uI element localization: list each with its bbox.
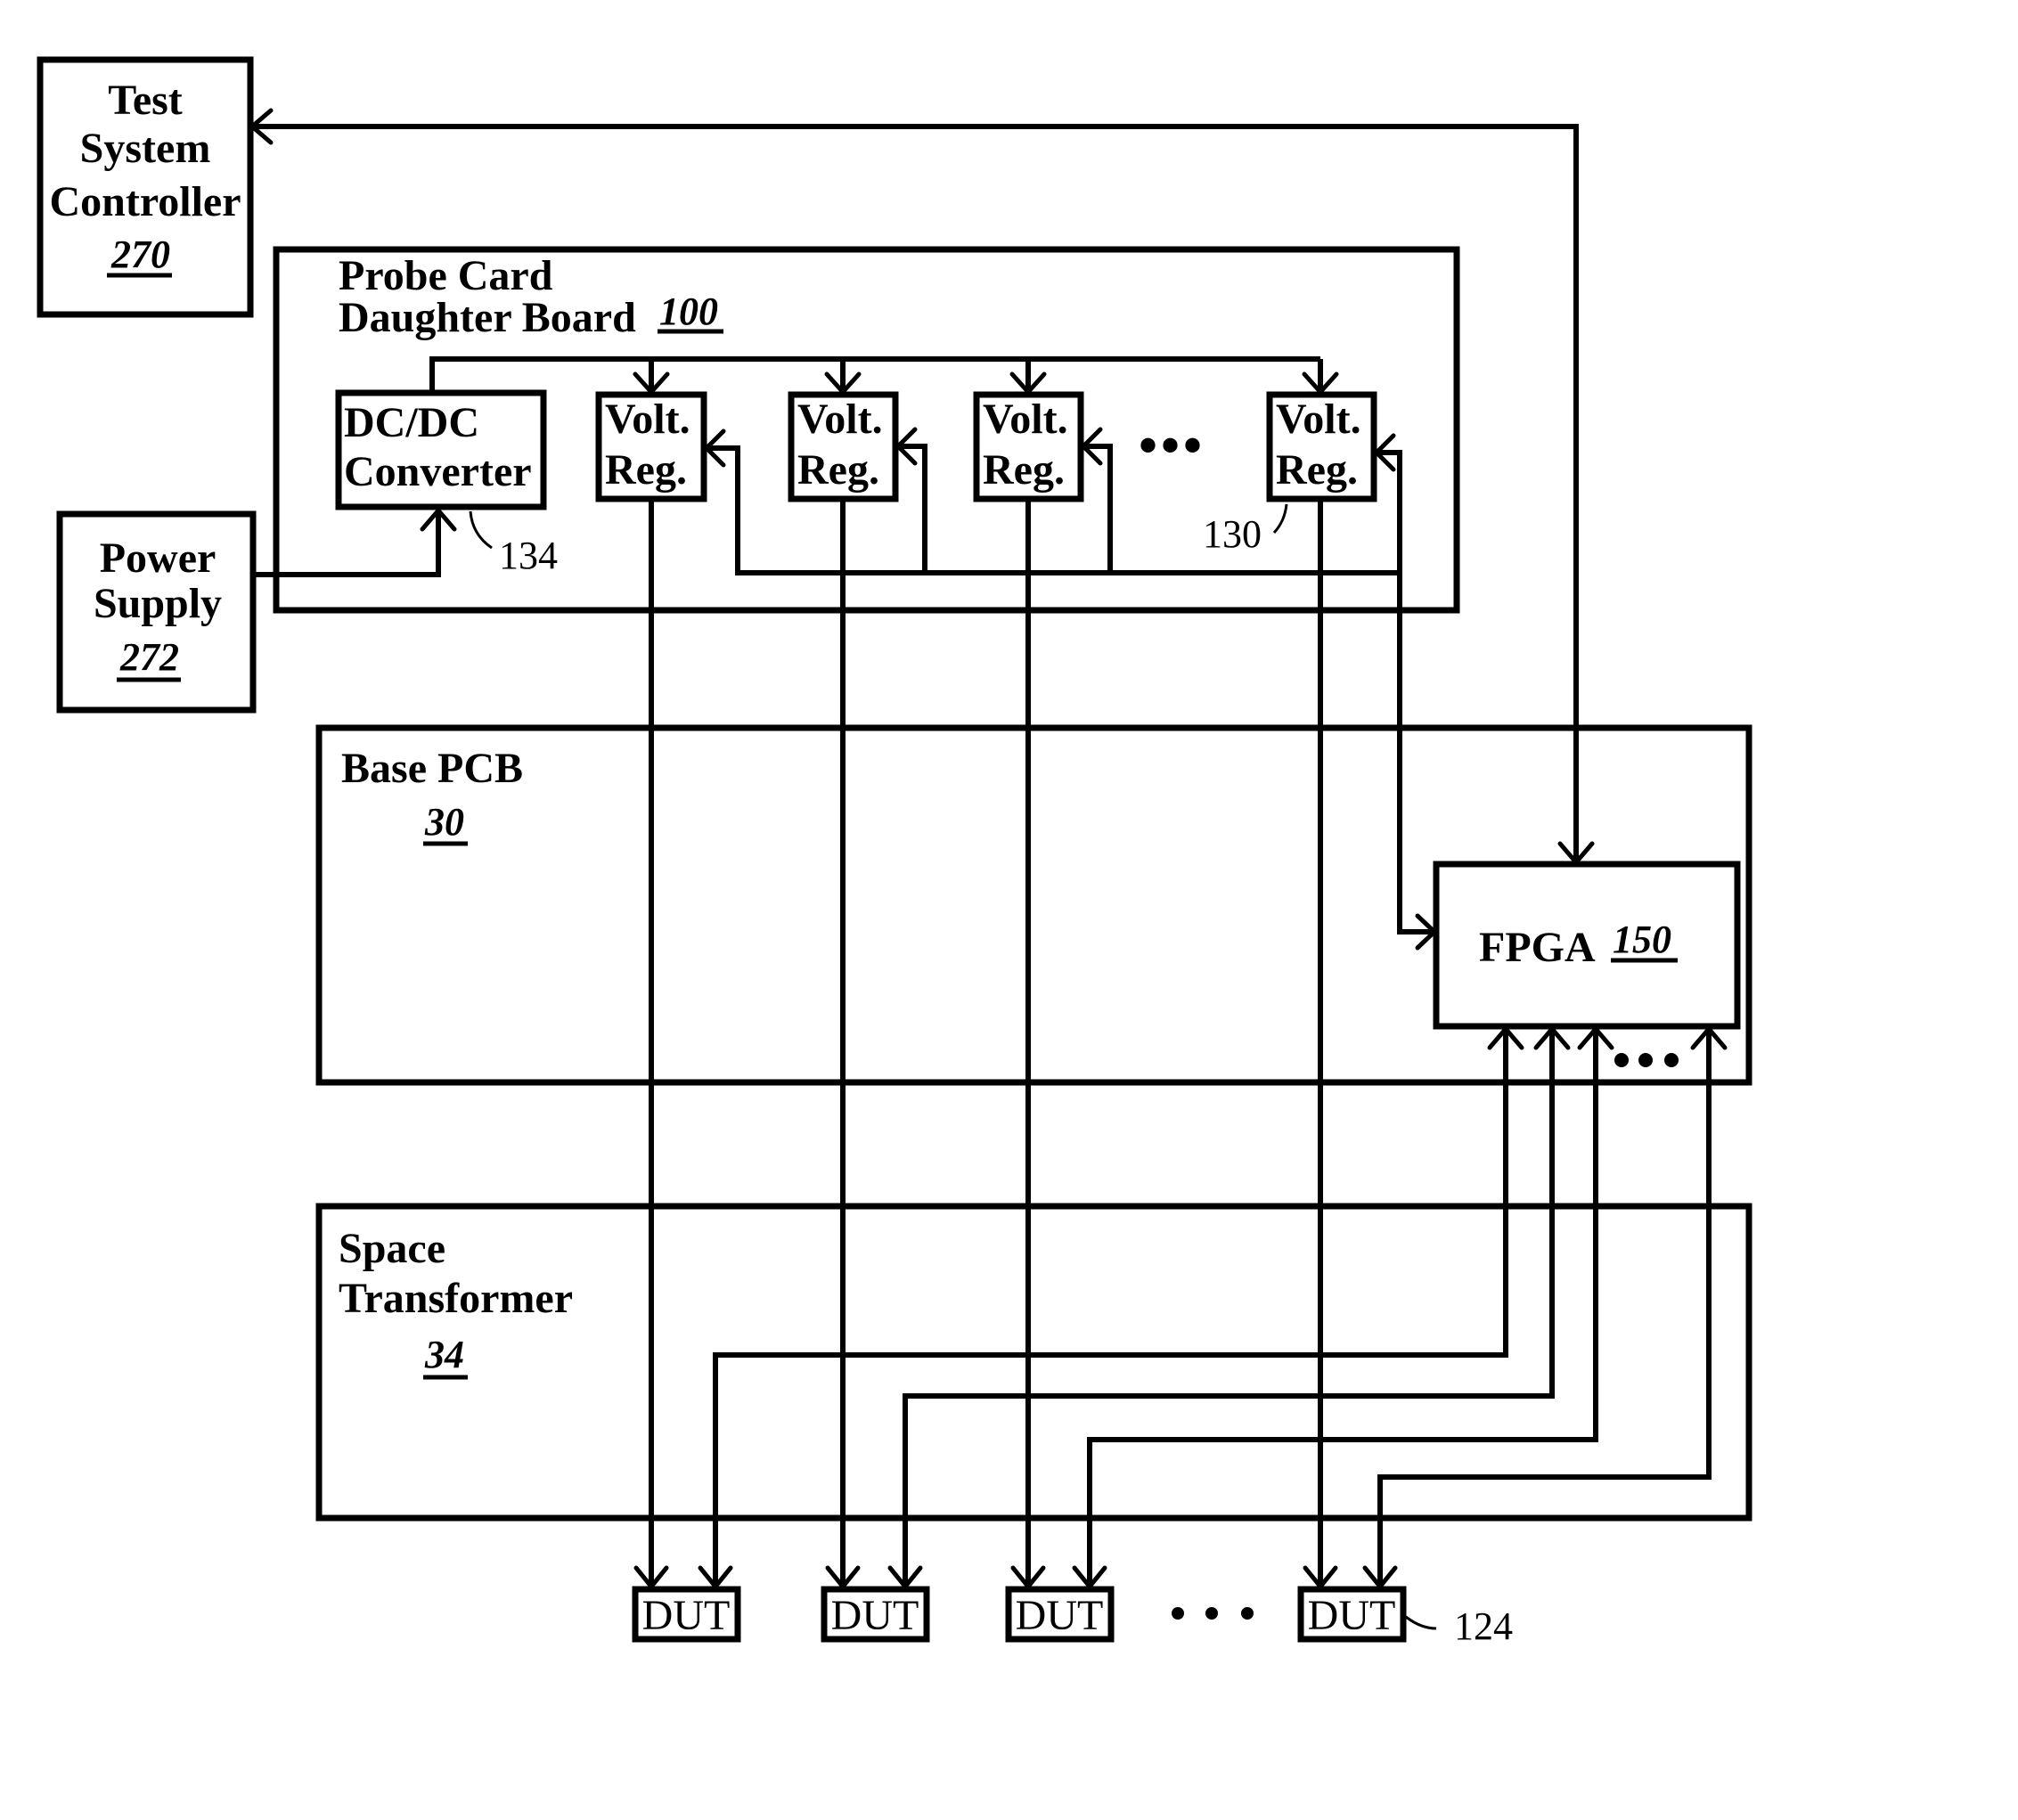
power-supply-label-line1: Power <box>100 535 217 582</box>
voltage-regulator-4: Volt. Reg. <box>1266 391 1377 502</box>
test-system-controller-ref: 270 <box>110 233 170 276</box>
voltage-regulator-ref-label: 130 <box>1203 512 1262 556</box>
voltage-regulator-label-line1: Volt. <box>605 396 690 443</box>
dut-3: DUT <box>1005 1586 1115 1643</box>
power-supply-label-line2: Supply <box>94 580 222 627</box>
dc-dc-converter-ref-label: 134 <box>499 534 558 577</box>
space-transformer-ref: 34 <box>424 1333 464 1376</box>
voltage-regulator-label-line1: Volt. <box>983 396 1068 443</box>
probe-card-label-line2: Daughter Board <box>339 294 636 341</box>
voltage-regulator-ellipsis: ••• <box>1139 416 1205 475</box>
voltage-regulator-label-line2: Reg. <box>1276 446 1358 494</box>
dut-label: DUT <box>1016 1592 1104 1639</box>
power-supply-block: Power Supply 272 <box>56 510 257 714</box>
fpga-block: FPGA 150 <box>1433 861 1741 1030</box>
fpga-input-ellipsis-dot <box>1664 1053 1679 1067</box>
space-transformer-block: Space Transformer 34 <box>315 1203 1752 1522</box>
dut-4: DUT <box>1297 1586 1407 1643</box>
voltage-regulator-label-line2: Reg. <box>983 446 1065 494</box>
fpga-input-ellipsis-dot <box>1638 1053 1653 1067</box>
voltage-regulator-2: Volt. Reg. <box>788 391 899 502</box>
dut-label: DUT <box>642 1592 731 1639</box>
test-system-controller-block: Test System Controller 270 <box>37 56 254 318</box>
base-pcb-label: Base PCB <box>341 745 523 792</box>
test-system-controller-label-line2: System <box>80 125 211 172</box>
voltage-regulator-label-line2: Reg. <box>797 446 879 494</box>
probe-card-ref: 100 <box>659 290 718 333</box>
power-supply-ref: 272 <box>119 635 179 679</box>
dut-label: DUT <box>831 1592 919 1639</box>
voltage-regulator-3: Volt. Reg. <box>973 391 1084 502</box>
voltage-regulator-label-line1: Volt. <box>1276 396 1361 443</box>
dut-leader-line <box>1405 1615 1437 1630</box>
block-diagram: Test System Controller 270 Probe Card Da… <box>37 56 1752 1648</box>
probe-card-label-line1: Probe Card <box>339 252 553 299</box>
base-pcb-ref: 30 <box>424 800 464 844</box>
dc-dc-converter-label-line2: Converter <box>344 448 532 495</box>
dut-ellipsis-dot <box>1205 1607 1218 1620</box>
dc-dc-converter-label-line1: DC/DC <box>344 399 479 446</box>
fpga-label: FPGA <box>1479 924 1596 971</box>
fpga-ref: 150 <box>1613 918 1671 961</box>
space-transformer-label-line2: Transformer <box>339 1275 573 1322</box>
space-transformer-label-line1: Space <box>339 1225 445 1272</box>
dut-1: DUT <box>632 1586 741 1643</box>
test-system-controller-label-line1: Test <box>108 77 183 124</box>
fpga-input-ellipsis-dot <box>1614 1053 1629 1067</box>
voltage-regulator-1: Volt. Reg. <box>595 391 707 502</box>
voltage-regulator-label-line1: Volt. <box>797 396 883 443</box>
voltage-regulator-label-line2: Reg. <box>605 446 687 494</box>
dut-ellipsis-dot <box>1172 1607 1184 1620</box>
dut-2: DUT <box>821 1586 930 1643</box>
dut-ellipsis-dot <box>1241 1607 1254 1620</box>
test-system-controller-label-line3: Controller <box>49 178 241 225</box>
dut-ref-label: 124 <box>1454 1604 1513 1648</box>
dut-label: DUT <box>1308 1592 1396 1639</box>
space-transformer-box <box>315 1203 1752 1522</box>
